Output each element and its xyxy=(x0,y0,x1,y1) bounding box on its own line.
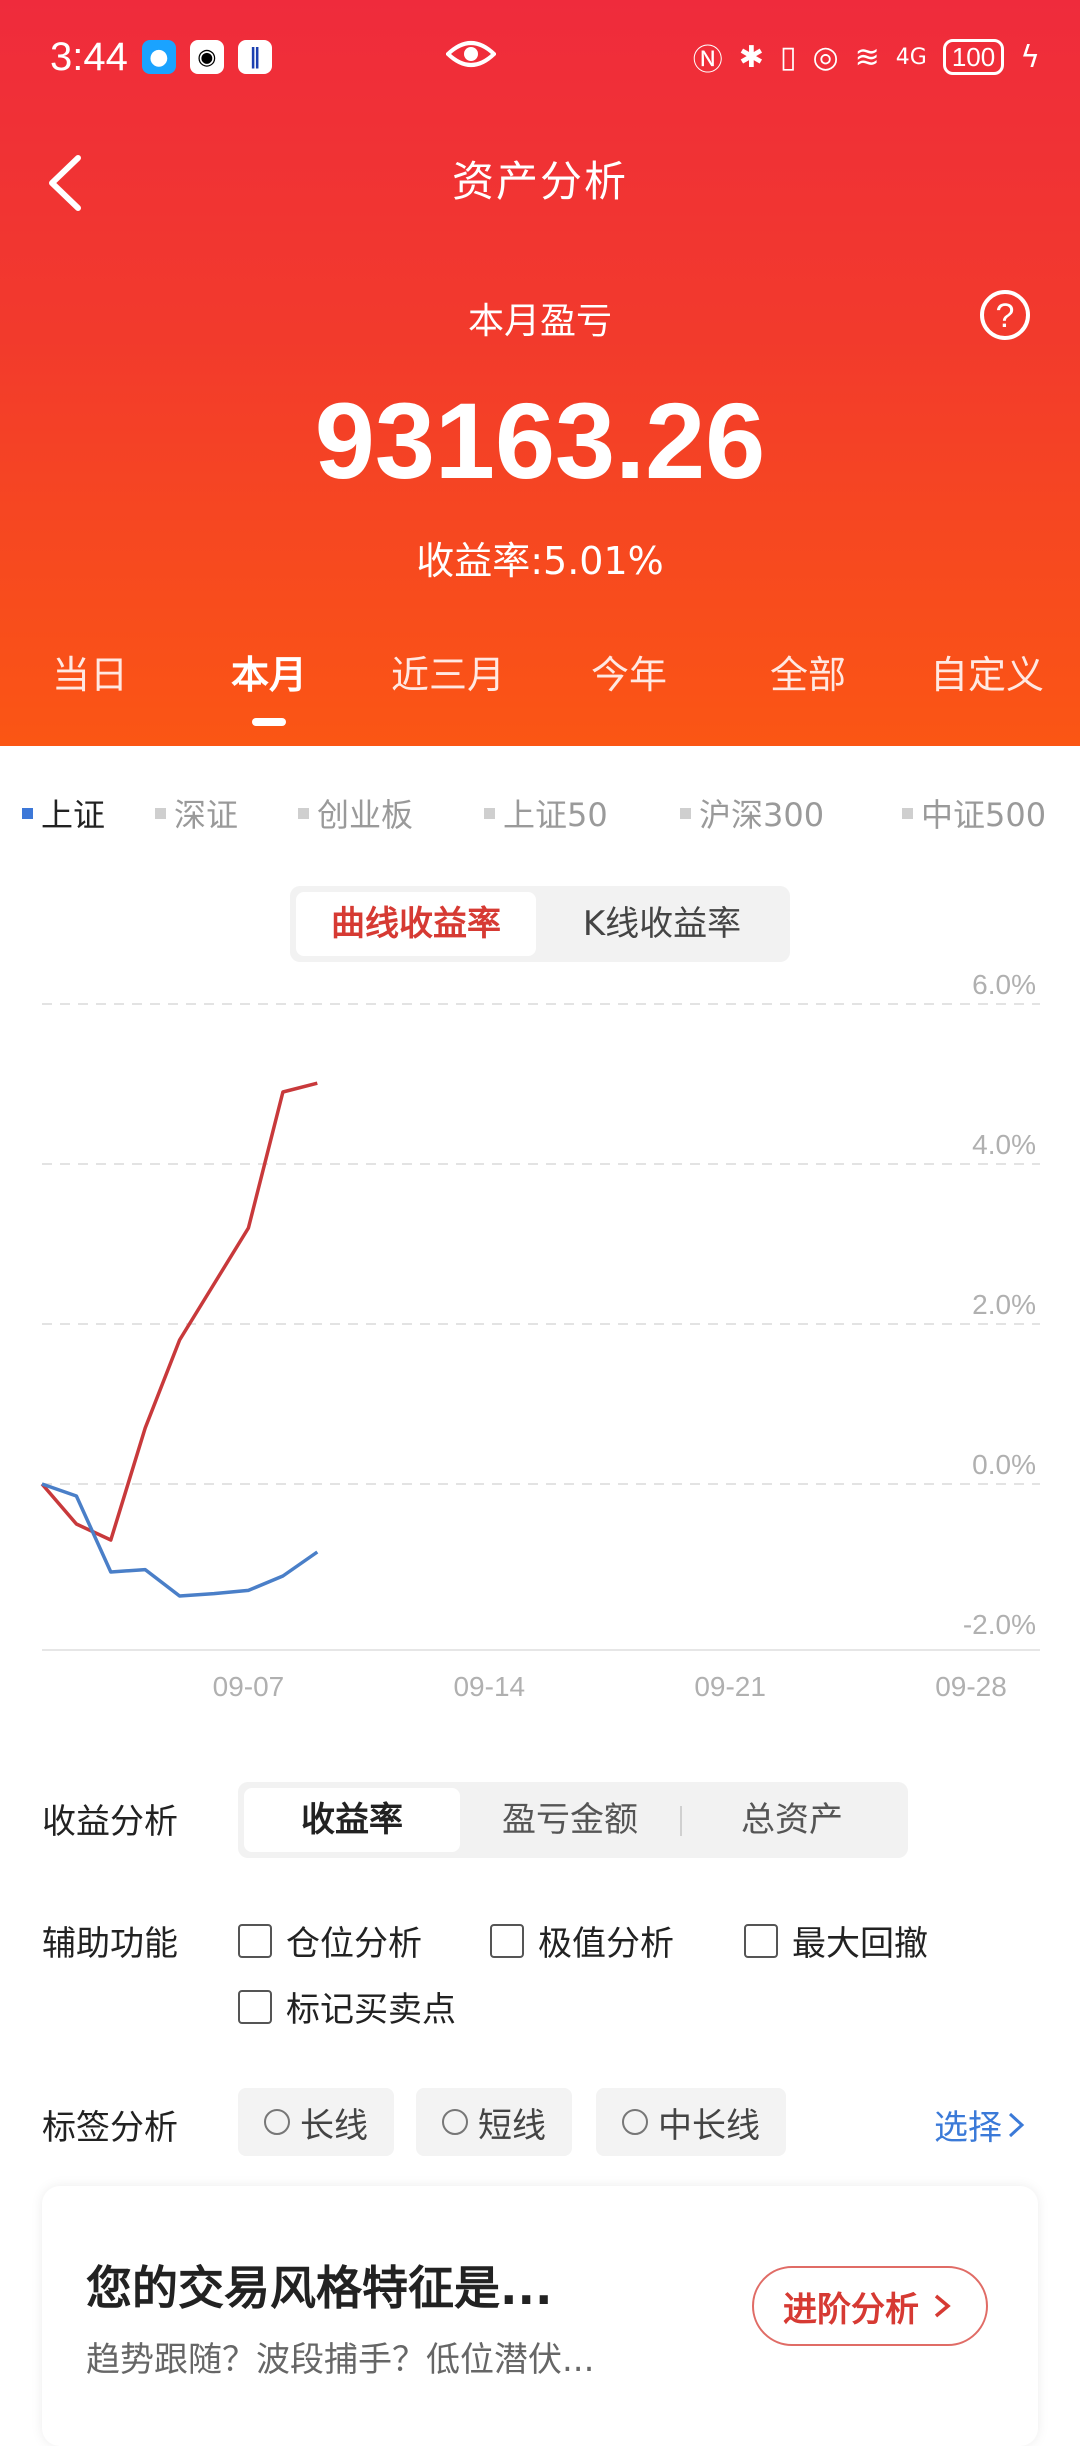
tab-this-year[interactable]: 今年 xyxy=(559,644,699,699)
y-tick-label: 6.0% xyxy=(972,969,1036,1000)
x-tick-label: 09-28 xyxy=(935,1671,1007,1702)
help-icon[interactable]: ? xyxy=(980,290,1030,340)
index-sse[interactable]: 上证 xyxy=(22,790,105,836)
portfolio-return-line xyxy=(40,1081,318,1542)
position-analysis-checkbox[interactable]: 仓位分析 xyxy=(238,1916,422,1965)
mark-trades-checkbox[interactable]: 标记买卖点 xyxy=(238,1982,456,2031)
active-tab-indicator xyxy=(252,718,286,726)
return-chart: 6.0% 4.0% 2.0% 0.0% -2.0% 09-07 09-14 09-21 09-2… xyxy=(40,969,1040,1702)
k-line-return-button[interactable]: K线收益率 xyxy=(542,892,782,956)
tab-custom[interactable]: 自定义 xyxy=(917,644,1057,699)
x-tick-label: 09-21 xyxy=(694,1671,766,1702)
analysis-return-button[interactable]: 收益率 xyxy=(244,1788,460,1852)
eye-icon xyxy=(446,41,496,67)
pl-value: 93163.26 xyxy=(314,380,766,501)
y-tick-label: -2.0% xyxy=(963,1609,1036,1640)
tab-today[interactable]: 当日 xyxy=(20,644,160,699)
index-szse[interactable]: 深证 xyxy=(155,790,238,836)
return-rate: 收益率:5.01% xyxy=(416,539,664,583)
extreme-analysis-checkbox[interactable]: 极值分析 xyxy=(490,1916,674,1965)
hotspot-icon: ◎ xyxy=(812,39,839,75)
tag-long-term[interactable]: 长线 xyxy=(238,2088,394,2156)
status-bar: 3:44 ● ◉ ∥ Ⓝ ✱ ▯ ◎ ≋ 4G 100 ϟ xyxy=(50,30,1040,84)
chevron-right-icon xyxy=(934,2294,951,2318)
vibrate-icon: ▯ xyxy=(779,39,797,75)
charging-icon: ϟ xyxy=(1020,39,1040,75)
tab-all[interactable]: 全部 xyxy=(738,644,878,699)
tag-mid-long-term[interactable]: 中长线 xyxy=(596,2088,786,2156)
segment-divider xyxy=(680,1806,682,1836)
aux-label: 辅助功能 xyxy=(42,1924,178,1964)
status-time: 3:44 xyxy=(50,34,128,79)
message-app-icon: ● xyxy=(141,40,176,74)
chart-mode-toggle: 曲线收益率 K线收益率 xyxy=(290,886,790,962)
x-tick-label: 09-14 xyxy=(453,1671,525,1702)
index-return-line xyxy=(41,1482,319,1598)
index-csi300[interactable]: 沪深300 xyxy=(680,790,824,836)
nfc-icon: Ⓝ xyxy=(692,43,723,78)
analysis-pnl-button[interactable]: 盈亏金额 xyxy=(462,1788,678,1852)
curve-return-button[interactable]: 曲线收益率 xyxy=(296,892,536,956)
index-sse50[interactable]: 上证50 xyxy=(484,790,608,836)
card-title: 您的交易风格特征是... xyxy=(86,2261,553,2315)
tag-select-link[interactable]: 选择 xyxy=(934,2100,1028,2149)
index-selector: 上证 深证 创业板 上证50 沪深300 中证500 xyxy=(0,790,1080,840)
x-tick-label: 09-07 xyxy=(213,1671,285,1702)
analysis-assets-button[interactable]: 总资产 xyxy=(684,1788,900,1852)
pl-label: 本月盈亏 xyxy=(467,301,612,342)
tab-this-month[interactable]: 本月 xyxy=(199,644,339,699)
chevron-right-icon xyxy=(1008,2112,1025,2137)
header-panel: 3:44 ● ◉ ∥ Ⓝ ✱ ▯ ◎ ≋ 4G 100 ϟ 资产分析 本月盈亏 … xyxy=(0,0,1080,746)
qq-app-icon: ◉ xyxy=(189,40,224,74)
stock-app-icon: ∥ xyxy=(237,40,272,74)
tab-three-months[interactable]: 近三月 xyxy=(378,644,518,699)
y-tick-label: 2.0% xyxy=(972,1289,1036,1320)
y-tick-label: 4.0% xyxy=(972,1129,1036,1160)
bluetooth-icon: ✱ xyxy=(738,39,764,75)
wifi-icon: ≋ xyxy=(854,39,880,75)
analysis-label: 收益分析 xyxy=(42,1802,178,1842)
index-csi500[interactable]: 中证500 xyxy=(902,790,1046,836)
index-chinext[interactable]: 创业板 xyxy=(298,790,413,836)
trading-style-card: 您的交易风格特征是... 趋势跟随？波段捕手？低位潜伏... 进阶分析 xyxy=(42,2186,1038,2446)
period-tabs: 当日 本月 近三月 今年 全部 自定义 xyxy=(0,644,1080,704)
max-drawdown-checkbox[interactable]: 最大回撤 xyxy=(744,1916,928,1965)
tags-label: 标签分析 xyxy=(42,2108,178,2148)
status-icons: Ⓝ ✱ ▯ ◎ ≋ 4G 100 ϟ xyxy=(693,35,1040,79)
signal-icon: 4G xyxy=(895,44,927,70)
tag-short-term[interactable]: 短线 xyxy=(416,2088,572,2156)
card-subtitle: 趋势跟随？波段捕手？低位潜伏... xyxy=(86,2340,595,2380)
advanced-analysis-button[interactable]: 进阶分析 xyxy=(752,2266,988,2346)
battery-icon: 100 xyxy=(942,39,1005,75)
analysis-toggle: 收益率 盈亏金额 总资产 xyxy=(238,1782,908,1858)
page-title: 资产分析 xyxy=(451,157,628,206)
y-tick-label: 0.0% xyxy=(972,1449,1036,1480)
